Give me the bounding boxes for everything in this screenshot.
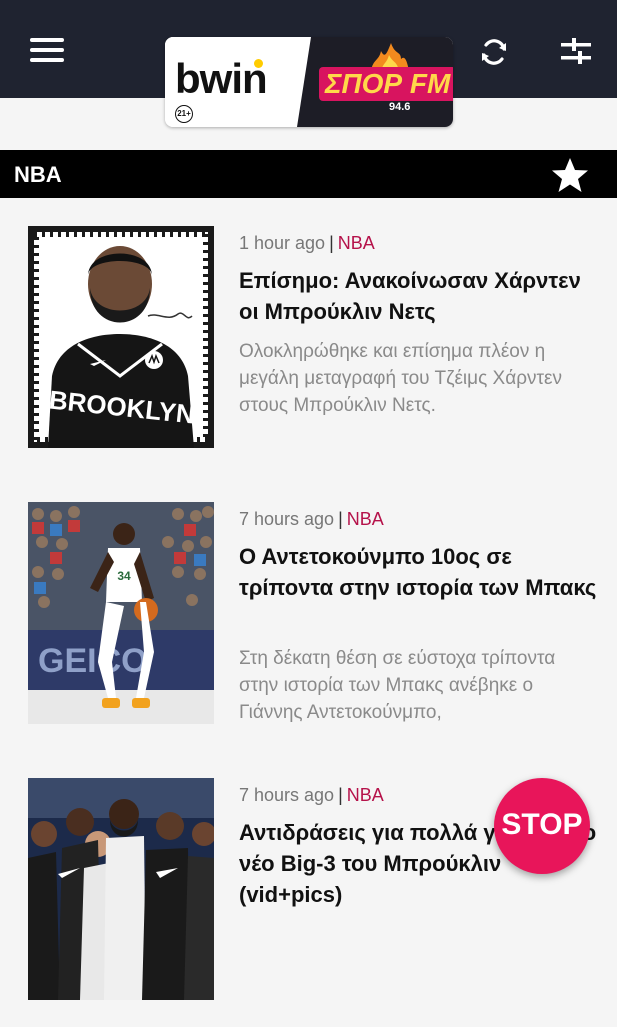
bwin-logo: bwin 21+ xyxy=(165,37,305,127)
meta-separator: | xyxy=(338,509,343,529)
article-item[interactable]: BROOKLYN 1 hour ago | NBA Επίσημο: Ανακοίν… xyxy=(0,199,617,476)
article-headline[interactable]: Επίσημο: Ανακοίνωσαν Χάρντεν οι Μπρούκλι… xyxy=(239,265,599,327)
article-meta: 1 hour ago | NBA xyxy=(239,233,375,254)
svg-text:34: 34 xyxy=(117,569,131,583)
sliders-icon[interactable] xyxy=(560,37,592,67)
article-time: 7 hours ago xyxy=(239,785,335,805)
article-summary: Στη δέκατη θέση σε εύστοχα τρίποντα στην… xyxy=(239,648,556,723)
article-time: 1 hour ago xyxy=(239,233,326,253)
bwin-brand-text: bwin xyxy=(175,55,268,102)
article-meta: 7 hours ago | NBA xyxy=(239,509,384,530)
article-headline[interactable]: Ο Αντετοκούνμπο 10ος σε τρίποντα στην ισ… xyxy=(239,541,599,603)
meta-separator: | xyxy=(338,785,343,805)
refresh-icon[interactable] xyxy=(478,36,510,68)
article-meta: 7 hours ago | NBA xyxy=(239,785,384,806)
stop-radio-button[interactable]: STOP xyxy=(494,778,590,874)
meta-separator: | xyxy=(329,233,334,253)
age-badge: 21+ xyxy=(175,105,193,123)
article-time: 7 hours ago xyxy=(239,509,335,529)
article-category[interactable]: NBA xyxy=(347,509,384,529)
app-logo: bwin 21+ ΣΠΟΡ FM 94.6 xyxy=(165,37,453,127)
spor-fm-brand-text: ΣΠΟΡ FM xyxy=(319,67,453,101)
star-icon[interactable] xyxy=(550,156,590,194)
section-header: NBA xyxy=(0,150,617,198)
bwin-dot xyxy=(254,59,263,68)
section-title: NBA xyxy=(14,162,62,187)
article-thumbnail[interactable]: BROOKLYN xyxy=(28,226,214,448)
spor-fm-logo: ΣΠΟΡ FM 94.6 xyxy=(297,37,453,127)
article-summary: Ολοκληρώθηκε και επίσημα πλέον η μεγάλη … xyxy=(239,341,562,416)
article-thumbnail[interactable] xyxy=(28,778,214,1000)
stop-button-label: STOP xyxy=(501,808,583,841)
article-category[interactable]: NBA xyxy=(347,785,384,805)
arena-ad-text: GEICO xyxy=(38,642,148,680)
article-thumbnail[interactable]: GEICO 34 xyxy=(28,502,214,724)
article-item[interactable]: GEICO 34 7 hours ago | NBA Ο Αντετοκούνμπο… xyxy=(0,475,617,752)
hamburger-menu-icon[interactable] xyxy=(30,38,66,64)
article-category[interactable]: NBA xyxy=(338,233,375,253)
spor-fm-frequency: 94.6 xyxy=(389,101,411,113)
